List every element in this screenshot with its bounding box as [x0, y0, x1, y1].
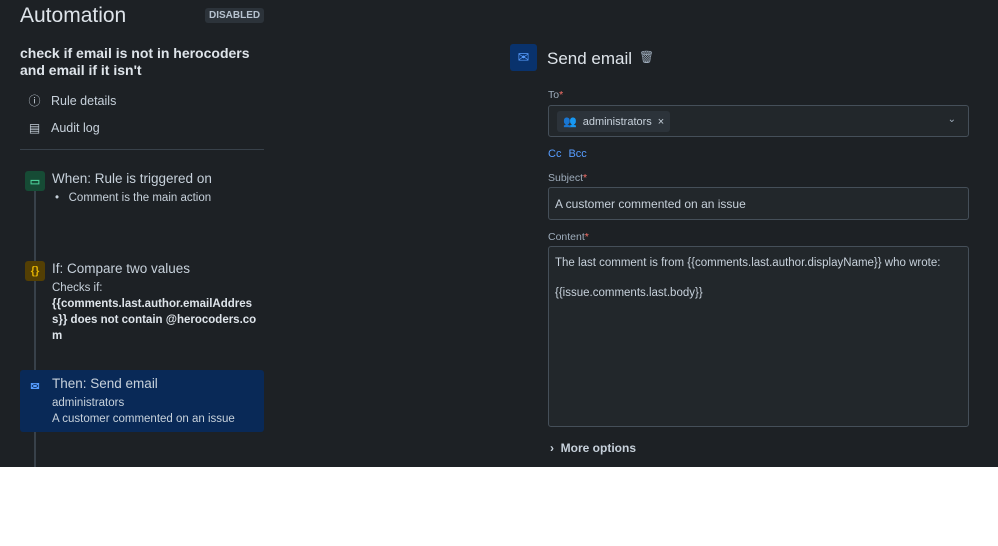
remove-chip-button[interactable]: ×	[658, 116, 664, 128]
step-detail: A customer commented on an issue	[52, 413, 235, 425]
label-text: To	[548, 89, 560, 101]
nav-label: Audit log	[51, 121, 100, 135]
cc-bcc-links: Cc Bcc	[548, 148, 587, 160]
required-mark: *	[559, 89, 564, 101]
info-icon: ⓘ	[28, 94, 41, 108]
status-badge: DISABLED	[205, 8, 265, 23]
nav-rule-details[interactable]: ⓘ Rule details	[28, 92, 116, 109]
bcc-link[interactable]: Bcc	[568, 148, 586, 160]
step-title: When: Rule is triggered on	[52, 171, 212, 186]
more-options-label: More options	[560, 441, 636, 455]
content-line: The last comment is from {{comments.last…	[555, 257, 941, 269]
panel-title: Send email	[547, 49, 633, 68]
group-icon: 👥	[563, 116, 577, 128]
divider	[20, 149, 264, 150]
chip-label: administrators	[582, 115, 652, 128]
bullet-text: Comment is the main action	[68, 192, 212, 204]
required-mark: *	[583, 172, 588, 184]
braces-icon: {}	[25, 261, 45, 281]
page-title: Automation	[20, 4, 127, 27]
chevron-down-icon[interactable]: ⌄	[948, 114, 956, 125]
recipient-chip: 👥 administrators ×	[557, 111, 671, 132]
document-icon: ▤	[28, 121, 41, 135]
content-line: {{issue.comments.last.body}}	[555, 287, 703, 299]
label-text: Content	[548, 231, 585, 243]
automation-app: Automation DISABLED check if email is no…	[0, 0, 998, 467]
step-detail: administrators	[52, 397, 125, 409]
chevron-right-icon: ›	[550, 441, 561, 455]
label-text: Subject	[548, 172, 584, 184]
step-condition-expr: {{comments.last.author.emailAddress}} do…	[52, 298, 257, 342]
cc-link[interactable]: Cc	[548, 148, 561, 160]
mail-icon: ✉	[510, 44, 537, 71]
to-label: To*	[548, 89, 563, 101]
step-detail: • Comment is the main action	[55, 192, 212, 204]
step-detail: Checks if:	[52, 282, 103, 294]
step-title: Then: Send email	[52, 376, 158, 391]
step-condition[interactable]: {} If: Compare two values Checks if: {{c…	[20, 255, 264, 344]
step-trigger[interactable]: ▭ When: Rule is triggered on • Comment i…	[20, 165, 264, 206]
more-options-toggle[interactable]: › More options	[550, 441, 636, 455]
rule-name: check if email is not in herocoders and …	[20, 45, 250, 78]
trash-icon[interactable]: 🗑	[639, 50, 654, 64]
step-action-selected[interactable]: ✉ Then: Send email administrators A cust…	[20, 370, 264, 432]
content-textarea[interactable]: The last comment is from {{comments.last…	[548, 246, 969, 427]
subject-label: Subject*	[548, 172, 587, 184]
nav-label: Rule details	[51, 93, 117, 108]
subject-input[interactable]: A customer commented on an issue	[548, 187, 969, 220]
to-select[interactable]: 👥 administrators × ⌄	[548, 105, 969, 137]
nav-audit-log[interactable]: ▤ Audit log	[28, 121, 100, 135]
step-title: If: Compare two values	[52, 261, 191, 276]
comment-icon: ▭	[25, 171, 45, 191]
required-mark: *	[584, 231, 589, 243]
mail-icon: ✉	[30, 380, 40, 393]
content-label: Content*	[548, 231, 589, 243]
